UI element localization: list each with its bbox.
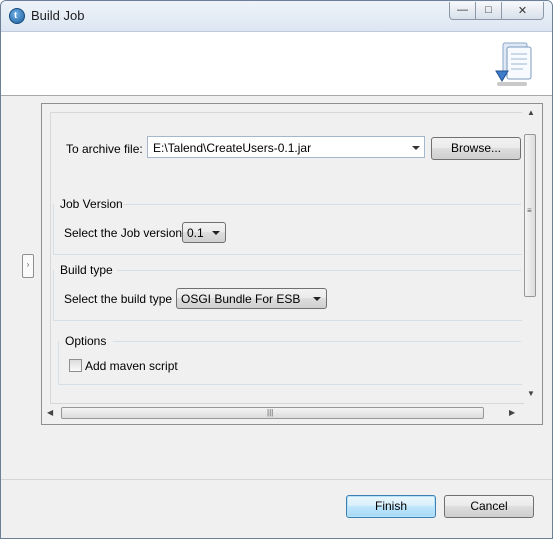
maximize-icon: □ [485,4,492,16]
archive-file-label: To archive file: [66,142,143,156]
finish-button[interactable]: Finish [346,495,436,518]
chevron-down-icon [412,146,420,150]
close-button[interactable]: ✕ [502,2,544,20]
grip-icon: ≡ [527,206,532,215]
vertical-scrollbar[interactable]: ▲ ≡ ▼ [522,104,539,403]
job-version-label: Select the Job version [64,226,183,240]
archive-file-combo[interactable]: E:\Talend\CreateUsers-0.1.jar [147,136,425,158]
job-version-select[interactable]: 0.1 [182,222,226,243]
minimize-icon: — [457,4,468,16]
add-maven-script-checkbox[interactable] [69,359,82,372]
scroll-left-icon[interactable]: ◀ [47,408,53,417]
horizontal-scroll-thumb[interactable]: ||| [61,407,484,419]
minimize-button[interactable]: — [449,2,476,20]
vertical-scroll-thumb[interactable]: ≡ [524,134,536,297]
grip-icon: ||| [267,408,274,417]
cancel-button[interactable]: Cancel [444,495,534,518]
wizard-banner [1,32,552,96]
title-bar[interactable]: t Build Job — □ ✕ [1,1,552,32]
footer-separator [1,479,552,480]
archive-file-value: E:\Talend\CreateUsers-0.1.jar [153,141,312,155]
maximize-button[interactable]: □ [476,2,502,20]
window-controls: — □ ✕ [449,2,544,20]
close-icon: ✕ [517,5,528,17]
finish-button-label: Finish [374,499,407,513]
browse-button-label: Browse... [450,141,501,155]
horizontal-scrollbar[interactable]: ◀ ||| ▶ [42,405,522,422]
build-job-dialog: t Build Job — □ ✕ › To archive file: E:\… [0,0,553,539]
expand-panel-handle[interactable]: › [22,254,34,278]
chevron-down-icon [212,231,220,235]
build-type-select[interactable]: OSGI Bundle For ESB [176,288,327,309]
chevron-down-icon [313,297,321,301]
build-type-value: OSGI Bundle For ESB [181,292,301,306]
browse-button[interactable]: Browse... [431,137,521,160]
build-job-wizard-icon [495,42,532,86]
cancel-button-label: Cancel [470,499,508,513]
scroll-right-icon[interactable]: ▶ [509,408,515,417]
scroll-down-icon[interactable]: ▼ [527,389,535,398]
talend-icon: t [9,8,25,24]
add-maven-script-label: Add maven script [85,359,178,373]
build-type-label: Select the build type [64,292,173,306]
window-title: Build Job [31,8,85,23]
job-version-value: 0.1 [187,226,204,240]
scroll-up-icon[interactable]: ▲ [527,108,535,117]
